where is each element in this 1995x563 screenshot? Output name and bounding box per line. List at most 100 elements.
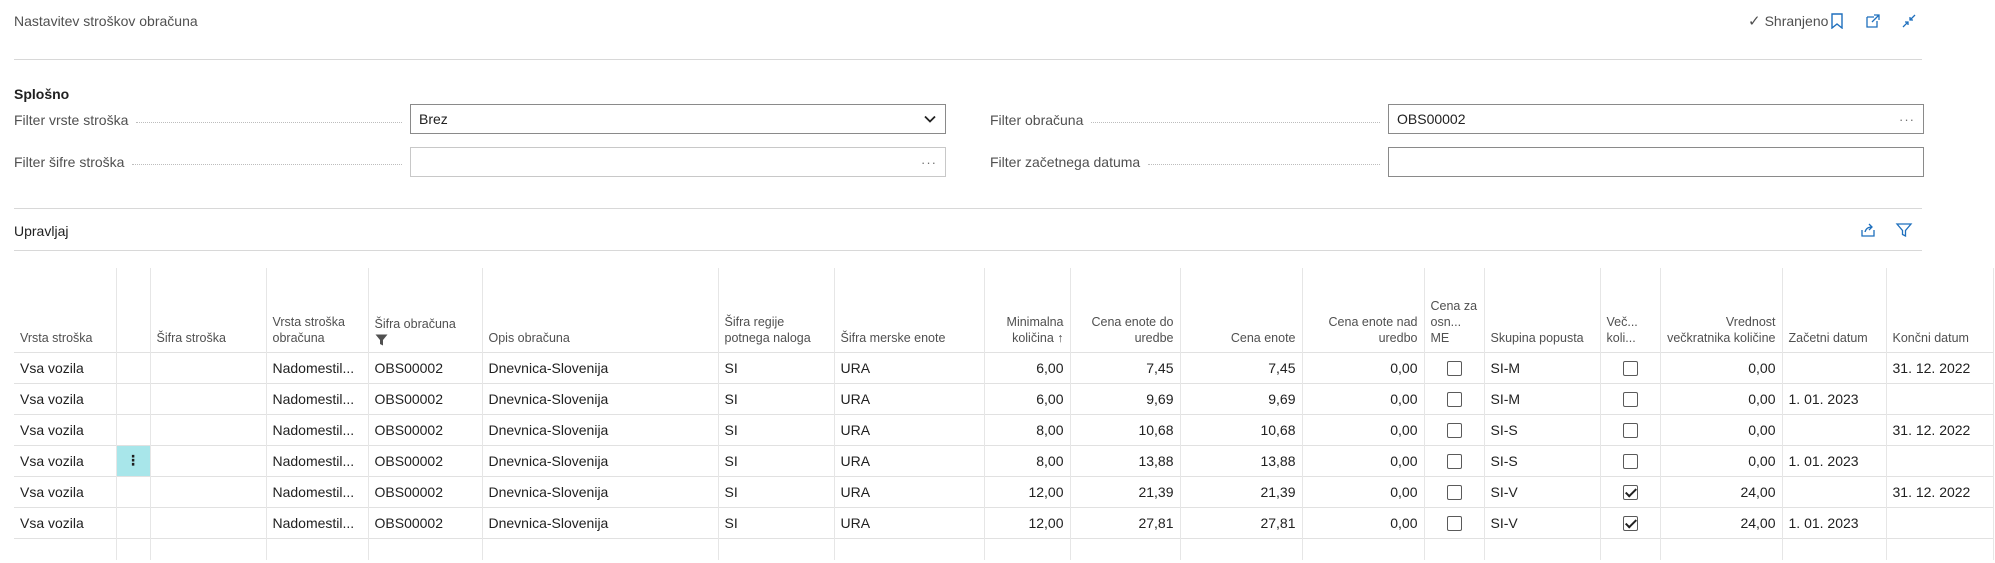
unit-price-to-regulation-cell[interactable]: 21,39 — [1070, 475, 1181, 507]
base-unit-price-checkbox[interactable] — [1424, 444, 1485, 476]
empty-cell[interactable] — [834, 537, 985, 560]
cost-code-cell[interactable] — [150, 444, 267, 476]
unit-price-over-regulation-cell[interactable]: 0,00 — [1302, 382, 1425, 414]
unit-price-cell[interactable]: 9,69 — [1180, 382, 1303, 414]
checkbox[interactable] — [1622, 453, 1638, 469]
unit-code-cell[interactable]: URA — [834, 351, 985, 383]
empty-cell[interactable] — [1180, 537, 1303, 560]
more-icon[interactable]: ··· — [921, 155, 937, 170]
collapse-icon[interactable] — [1898, 10, 1920, 32]
column-header[interactable]: Vrsta stroška — [14, 268, 117, 352]
start-date-filter-input[interactable] — [1388, 147, 1924, 177]
row-menu-cell[interactable] — [116, 413, 151, 445]
settlement-cost-type-cell[interactable]: Nadomestil... — [266, 475, 369, 507]
empty-cell[interactable] — [1484, 537, 1601, 560]
region-code-cell[interactable]: SI — [718, 382, 835, 414]
discount-group-cell[interactable]: SI-S — [1484, 413, 1601, 445]
end-date-cell[interactable]: 31. 12. 2022 — [1886, 413, 1994, 445]
settlement-cost-type-cell[interactable]: Nadomestil... — [266, 506, 369, 538]
empty-cell[interactable] — [482, 537, 719, 560]
table-row[interactable]: Vsa vozila Nadomestil... OBS00002 Dnevnica-… — [14, 475, 1994, 507]
settlement-description-cell[interactable]: Dnevnica-Slovenija — [482, 413, 719, 445]
column-header-filtered[interactable]: Šifra obračuna — [368, 268, 483, 352]
checkbox[interactable] — [1446, 360, 1462, 376]
column-header[interactable]: Šifra stroška — [150, 268, 267, 352]
multiple-quantity-checkbox[interactable] — [1600, 444, 1661, 476]
empty-cell[interactable] — [1302, 537, 1425, 560]
multiple-value-cell[interactable]: 0,00 — [1660, 351, 1783, 383]
row-menu-cell[interactable] — [116, 506, 151, 538]
row-menu-cell[interactable] — [116, 382, 151, 414]
min-quantity-cell[interactable]: 8,00 — [984, 413, 1071, 445]
empty-cell[interactable] — [1886, 537, 1994, 560]
unit-code-cell[interactable]: URA — [834, 506, 985, 538]
share-icon[interactable] — [1857, 219, 1879, 241]
column-header[interactable]: Opis obračuna — [482, 268, 719, 352]
region-code-cell[interactable]: SI — [718, 506, 835, 538]
column-header[interactable]: Končni datum — [1886, 268, 1994, 352]
checkbox[interactable] — [1622, 422, 1638, 438]
empty-cell[interactable] — [266, 537, 369, 560]
empty-cell[interactable] — [984, 537, 1071, 560]
empty-cell[interactable] — [718, 537, 835, 560]
column-header[interactable]: Šifra merske enote — [834, 268, 985, 352]
end-date-cell[interactable] — [1886, 444, 1994, 476]
min-quantity-cell[interactable]: 8,00 — [984, 444, 1071, 476]
empty-cell[interactable] — [116, 537, 151, 560]
unit-price-to-regulation-cell[interactable]: 10,68 — [1070, 413, 1181, 445]
empty-cell[interactable] — [1660, 537, 1783, 560]
unit-code-cell[interactable]: URA — [834, 413, 985, 445]
checkbox[interactable] — [1446, 453, 1462, 469]
column-header[interactable]: Začetni datum — [1782, 268, 1887, 352]
column-header[interactable]: Vrednost večkratnika količine — [1660, 268, 1783, 352]
multiple-value-cell[interactable]: 24,00 — [1660, 475, 1783, 507]
cost-code-cell[interactable] — [150, 351, 267, 383]
base-unit-price-checkbox[interactable] — [1424, 382, 1485, 414]
settlement-cost-type-cell[interactable]: Nadomestil... — [266, 351, 369, 383]
unit-price-to-regulation-cell[interactable]: 7,45 — [1070, 351, 1181, 383]
table-row[interactable]: Vsa vozila Nadomestil... OBS00002 Dnevnica-… — [14, 382, 1994, 414]
end-date-cell[interactable] — [1886, 382, 1994, 414]
column-header[interactable]: Šifra regije potnega naloga — [718, 268, 835, 352]
empty-cell[interactable] — [1070, 537, 1181, 560]
discount-group-cell[interactable]: SI-M — [1484, 382, 1601, 414]
min-quantity-cell[interactable]: 12,00 — [984, 506, 1071, 538]
empty-cell[interactable] — [1782, 537, 1887, 560]
open-in-new-window-icon[interactable] — [1862, 10, 1884, 32]
cost-code-filter-input[interactable]: ··· — [410, 147, 946, 177]
checkbox[interactable] — [1622, 391, 1638, 407]
multiple-value-cell[interactable]: 0,00 — [1660, 382, 1783, 414]
cost-type-cell[interactable]: Vsa vozila — [14, 382, 117, 414]
min-quantity-cell[interactable]: 6,00 — [984, 382, 1071, 414]
start-date-cell[interactable]: 1. 01. 2023 — [1782, 444, 1887, 476]
checkbox[interactable] — [1622, 484, 1638, 500]
table-row[interactable]: Vsa vozila Nadomestil... OBS00002 Dnevnica-… — [14, 413, 1994, 445]
cost-code-cell[interactable] — [150, 413, 267, 445]
unit-price-to-regulation-cell[interactable]: 27,81 — [1070, 506, 1181, 538]
empty-row[interactable] — [14, 537, 1994, 560]
settlement-code-cell[interactable]: OBS00002 — [368, 382, 483, 414]
column-header[interactable]: Cena enote do uredbe — [1070, 268, 1181, 352]
unit-code-cell[interactable]: URA — [834, 382, 985, 414]
cost-type-cell[interactable]: Vsa vozila — [14, 475, 117, 507]
cost-code-cell[interactable] — [150, 382, 267, 414]
region-code-cell[interactable]: SI — [718, 444, 835, 476]
checkbox[interactable] — [1446, 391, 1462, 407]
settlement-description-cell[interactable]: Dnevnica-Slovenija — [482, 351, 719, 383]
region-code-cell[interactable]: SI — [718, 351, 835, 383]
settlement-cost-type-cell[interactable]: Nadomestil... — [266, 382, 369, 414]
unit-price-cell[interactable]: 27,81 — [1180, 506, 1303, 538]
column-header[interactable]: Več... koli... — [1600, 268, 1661, 352]
row-menu-cell[interactable] — [116, 351, 151, 383]
settlement-filter-input[interactable]: OBS00002 ··· — [1388, 104, 1924, 134]
checkbox[interactable] — [1446, 484, 1462, 500]
region-code-cell[interactable]: SI — [718, 475, 835, 507]
unit-price-over-regulation-cell[interactable]: 0,00 — [1302, 506, 1425, 538]
table-row[interactable]: Vsa vozila ⋮ Nadomestil... OBS00002 Dnevnica… — [14, 444, 1994, 476]
table-row[interactable]: Vsa vozila Nadomestil... OBS00002 Dnevnica-… — [14, 506, 1994, 538]
cost-code-cell[interactable] — [150, 475, 267, 507]
row-menu-cell[interactable] — [116, 475, 151, 507]
end-date-cell[interactable] — [1886, 506, 1994, 538]
unit-price-cell[interactable]: 13,88 — [1180, 444, 1303, 476]
settlement-code-cell[interactable]: OBS00002 — [368, 506, 483, 538]
